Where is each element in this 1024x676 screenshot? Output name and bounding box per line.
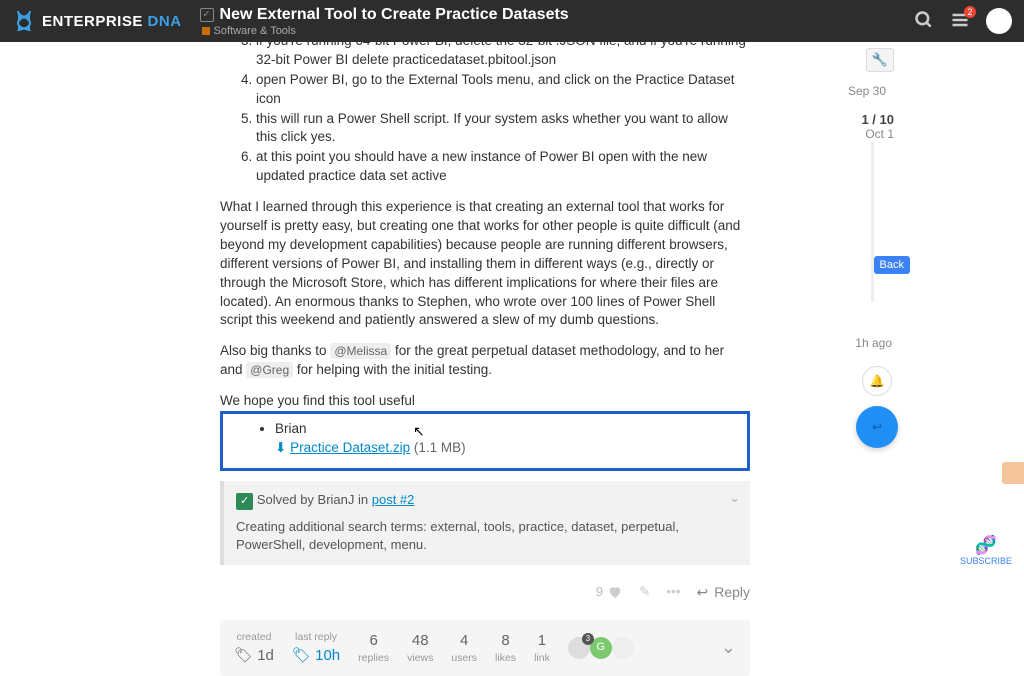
timeline-track[interactable] xyxy=(871,142,874,302)
attachment-item: Brian ⬇ Practice Dataset.zip (1.1 MB) xyxy=(275,420,735,458)
topic-stats-bar: created🏷 1d last reply🏷 10h 6replies 48v… xyxy=(220,620,750,676)
user-mention[interactable]: @Melissa xyxy=(330,343,391,359)
reply-icon: ↩ xyxy=(696,583,708,603)
solved-post-link[interactable]: post #2 xyxy=(372,492,415,507)
reply-button[interactable]: ↩Reply xyxy=(696,583,750,603)
dna-icon xyxy=(12,9,36,33)
highlighted-attachment-box: ↖ Brian ⬇ Practice Dataset.zip (1.1 MB) xyxy=(220,411,750,471)
list-item: this will run a Power Shell script. If y… xyxy=(256,110,750,148)
post-actions: 9 ✎ ••• ↩Reply xyxy=(220,583,750,603)
notification-badge: 2 xyxy=(964,6,976,18)
solved-excerpt: Creating additional search terms: extern… xyxy=(236,518,738,554)
chevron-down-icon[interactable]: ⌄ xyxy=(729,489,740,507)
reply-fab-button[interactable]: ↩ xyxy=(856,406,898,448)
instruction-list: if you're running 64-bit Power BI, delet… xyxy=(220,32,750,186)
category-color-dot xyxy=(202,27,210,35)
stat-replies: 6replies xyxy=(358,630,389,666)
participant-avatars[interactable]: 3 G xyxy=(568,637,634,659)
brand-logo[interactable]: ENTERPRISE DNA xyxy=(12,9,182,33)
paragraph: We hope you find this tool useful xyxy=(220,392,750,411)
dna-subscribe-icon: 🧬 xyxy=(960,535,1012,556)
edit-icon[interactable]: ✎ xyxy=(639,583,650,602)
solved-badge: ✓ xyxy=(236,493,253,510)
wrench-button[interactable]: 🔧 xyxy=(866,48,894,72)
stat-last-reply[interactable]: last reply🏷 10h xyxy=(292,630,340,666)
like-count[interactable]: 9 xyxy=(596,583,623,601)
post-content: if you're running 64-bit Power BI, delet… xyxy=(220,42,750,676)
list-item: at this point you should have a new inst… xyxy=(256,148,750,186)
top-header: ENTERPRISE DNA ✓ New External Tool to Cr… xyxy=(0,0,1024,42)
stat-users: 4users xyxy=(451,630,477,666)
more-icon[interactable]: ••• xyxy=(666,583,680,602)
solved-check-icon: ✓ xyxy=(200,8,214,22)
brand-text: ENTERPRISE DNA xyxy=(42,13,182,30)
download-icon: ⬇ xyxy=(275,440,290,455)
stat-views: 48views xyxy=(407,630,433,666)
list-item: open Power BI, go to the External Tools … xyxy=(256,71,750,109)
timeline-position[interactable]: 1 / 10 Oct 1 xyxy=(861,112,894,141)
category-name: Software & Tools xyxy=(214,25,296,37)
user-avatar[interactable] xyxy=(986,8,1012,34)
topic-title-area: ✓ New External Tool to Create Practice D… xyxy=(200,6,569,37)
topic-title[interactable]: New External Tool to Create Practice Dat… xyxy=(220,6,569,24)
hamburger-menu-icon[interactable]: 2 xyxy=(950,10,970,33)
expand-chevron-icon[interactable]: ⌄ xyxy=(721,635,736,660)
stat-created: created🏷 1d xyxy=(234,630,274,666)
download-link[interactable]: Practice Dataset.zip xyxy=(290,440,410,455)
solved-panel: ⌄ ✓ Solved by BrianJ in post #2 Creating… xyxy=(220,481,750,565)
timeline-start-date[interactable]: Sep 30 xyxy=(848,84,886,98)
search-icon[interactable] xyxy=(914,10,934,33)
back-button[interactable]: Back xyxy=(874,256,910,274)
paragraph: Also big thanks to @Melissa for the grea… xyxy=(220,342,750,380)
stat-link: 1link xyxy=(534,630,550,666)
subscribe-widget[interactable]: 🧬 SUBSCRIBE xyxy=(960,535,1012,566)
notification-bell-button[interactable]: 🔔 xyxy=(862,366,892,396)
stat-likes: 8likes xyxy=(495,630,516,666)
timeline-sidebar: 🔧 Sep 30 1 / 10 Oct 1 Back 1h ago 🔔 ↩ xyxy=(750,42,910,676)
heart-icon xyxy=(607,584,623,600)
paragraph: What I learned through this experience i… xyxy=(220,198,750,330)
user-mention[interactable]: @Greg xyxy=(246,362,293,378)
timeline-end-date[interactable]: 1h ago xyxy=(855,336,892,350)
author-name: Brian xyxy=(275,421,307,436)
floating-avatar[interactable] xyxy=(1002,462,1024,484)
download-size: (1.1 MB) xyxy=(414,440,466,455)
category-breadcrumb[interactable]: Software & Tools xyxy=(202,25,569,37)
